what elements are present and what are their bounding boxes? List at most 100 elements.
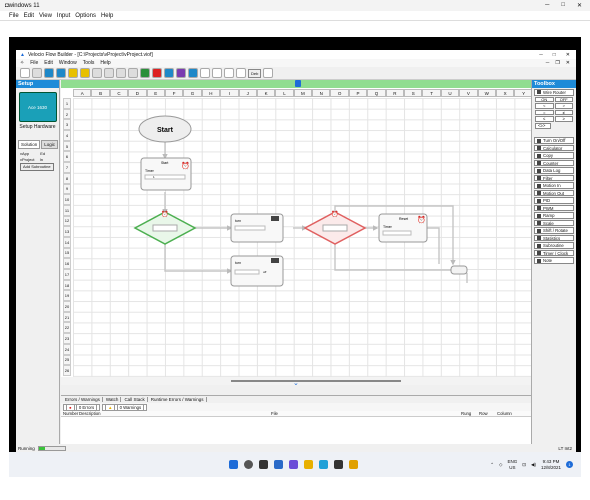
open-file-icon[interactable] xyxy=(32,68,42,78)
print-icon[interactable] xyxy=(68,68,78,78)
chat-icon[interactable] xyxy=(289,460,298,469)
toolbox-item-scale[interactable]: Scale xyxy=(534,219,574,227)
expand-bottom-icon[interactable]: ⌄ xyxy=(293,380,299,387)
debug-icon[interactable] xyxy=(176,68,186,78)
toolbox-item-copy[interactable]: Copy xyxy=(534,152,574,159)
add-subroutine-button[interactable]: Add Subroutine xyxy=(20,163,54,171)
step-into-icon[interactable] xyxy=(200,68,210,78)
step-out-icon[interactable] xyxy=(224,68,234,78)
network-icon[interactable]: ⊡ xyxy=(522,462,526,468)
toolbox-item-shift-rotate[interactable]: Shift / Rotate xyxy=(534,227,574,234)
wire-router-button-4[interactable]: = xyxy=(535,109,554,115)
close-icon[interactable]: ✕ xyxy=(577,2,582,9)
debug-label[interactable]: Deb xyxy=(248,68,262,78)
setup-hardware-label[interactable]: Setup Hardware xyxy=(16,124,59,130)
minimize-icon[interactable]: ─ xyxy=(545,2,549,9)
turn-off-block[interactable]: turn off xyxy=(230,255,284,287)
wire-router-button-2[interactable]: < xyxy=(535,103,554,109)
new-file-icon[interactable] xyxy=(20,68,30,78)
col-column[interactable]: Column xyxy=(497,411,521,416)
wire-router-button-5[interactable]: ≠ xyxy=(554,109,573,115)
tab-logic[interactable]: Logic xyxy=(41,140,59,149)
mdi-minimize-icon[interactable]: ─ xyxy=(546,60,550,66)
wire-icon[interactable] xyxy=(128,68,138,78)
save-all-icon[interactable] xyxy=(56,68,66,78)
toolbox-item-turn-on-off[interactable]: Turn On/Off xyxy=(534,137,574,144)
save-icon[interactable] xyxy=(44,68,54,78)
wire-router-button-0[interactable]: ON xyxy=(535,96,554,102)
col-number[interactable]: Number xyxy=(61,411,79,416)
toolbox-item-pid[interactable]: PID xyxy=(534,197,574,204)
turn-on-block[interactable]: turn xyxy=(230,213,284,243)
mdi-restore-icon[interactable]: ❐ xyxy=(555,60,559,66)
toolbox-item-ramp[interactable]: Ramp xyxy=(534,212,574,219)
menu-edit[interactable]: Edit xyxy=(24,13,34,19)
app-close-icon[interactable]: ✕ xyxy=(566,52,570,58)
value-icon[interactable] xyxy=(236,68,246,78)
zoom-out-icon[interactable] xyxy=(116,68,126,78)
toolbox-item-statistics[interactable]: Statistics xyxy=(534,234,574,242)
horizontal-scrollbar[interactable]: ⌄ xyxy=(61,377,531,387)
toolbox-item-timer-clock[interactable]: Timer / Clock xyxy=(534,249,574,257)
file-explorer-icon[interactable] xyxy=(304,460,313,469)
toolbox-item-pwm[interactable]: PWM xyxy=(534,204,574,212)
menu-input[interactable]: Input xyxy=(57,13,70,19)
menu-help[interactable]: Help xyxy=(101,13,113,19)
app-menu-tools[interactable]: Tools xyxy=(83,60,95,66)
search-icon[interactable] xyxy=(244,460,253,469)
wire-router-button-1[interactable]: OFF xyxy=(554,96,573,102)
tab-watch[interactable]: Watch xyxy=(104,397,122,402)
wire-router-button-7[interactable]: ≥ xyxy=(554,116,573,122)
name-icon[interactable] xyxy=(263,68,274,78)
reset-timer-block[interactable]: Reset Timer ⏰ xyxy=(378,213,428,243)
zoom-in-icon[interactable] xyxy=(104,68,114,78)
step-over-icon[interactable] xyxy=(212,68,222,78)
mdi-close-icon[interactable]: ✕ xyxy=(566,60,570,66)
app-menu-help[interactable]: Help xyxy=(100,60,110,66)
step-icon[interactable] xyxy=(164,68,174,78)
maximize-icon[interactable]: □ xyxy=(561,2,565,9)
col-rung[interactable]: Rung xyxy=(461,411,479,416)
stop-icon[interactable] xyxy=(152,68,162,78)
widgets-icon[interactable] xyxy=(274,460,283,469)
toolbox-item-data-log[interactable]: Data Log xyxy=(534,167,574,174)
flow-builder-taskbar-icon[interactable] xyxy=(349,460,358,469)
edge-icon[interactable] xyxy=(319,460,328,469)
toolbox-item-motion-out[interactable]: Motion Out xyxy=(534,189,574,197)
decision-red[interactable]: ⏰ xyxy=(303,210,367,245)
lang-indicator[interactable]: ENG US xyxy=(507,459,517,471)
hardware-button[interactable]: Ace 1630 xyxy=(18,92,57,122)
app-minimize-icon[interactable]: ─ xyxy=(539,52,543,58)
toolbox-item-calculator[interactable]: Calculator xyxy=(534,144,574,152)
app-menu-window[interactable]: Window xyxy=(59,60,77,66)
timer-start-block[interactable]: Start Timer 1 ⏰ xyxy=(140,157,192,191)
col-description[interactable]: Description xyxy=(79,411,271,416)
chevron-up-icon[interactable]: ⌃ xyxy=(490,462,494,468)
warnings-filter-button[interactable]: ▲ 0 Warnings xyxy=(102,403,148,411)
tab-solution[interactable]: Solution xyxy=(18,140,41,149)
wr-extra-button[interactable]: <≥> xyxy=(535,122,551,129)
menu-file[interactable]: File xyxy=(9,13,19,19)
app-maximize-icon[interactable]: □ xyxy=(553,52,556,58)
notification-badge[interactable]: 1 xyxy=(566,461,573,468)
clock[interactable]: 9:43 PM 12/8/2021 xyxy=(541,459,561,471)
col-file[interactable]: File xyxy=(271,411,461,416)
program-icon[interactable] xyxy=(80,68,90,78)
connect-icon[interactable] xyxy=(188,68,198,78)
tab-call-stack[interactable]: Call Stack xyxy=(122,397,148,402)
menu-options[interactable]: Options xyxy=(75,13,96,19)
task-view-icon[interactable] xyxy=(259,460,268,469)
col-row[interactable]: Row xyxy=(479,411,497,416)
toolbox-wire-router[interactable]: Wire Router xyxy=(534,89,574,96)
flow-canvas[interactable]: ABCDEFGHIJKLMNOPQRSTUVWXY 1 2 3 4 5 6 7 8 9 10 11 1… xyxy=(61,80,533,377)
toolbox-item-note[interactable]: Note xyxy=(534,257,574,264)
toolbox-item-motion-in[interactable]: Motion In xyxy=(534,182,574,189)
decision-green[interactable]: ⏰ xyxy=(133,210,197,245)
volume-icon[interactable]: ◀) xyxy=(531,462,536,468)
errors-filter-button[interactable]: ● 0 Errors xyxy=(63,403,101,411)
toolbox-item-subroutine[interactable]: Subroutine xyxy=(534,242,574,249)
tray-app-icon[interactable]: ◇ xyxy=(499,462,502,468)
tab-runtime-errors[interactable]: Runtime Errors / Warnings xyxy=(149,397,207,402)
merge-node[interactable] xyxy=(450,265,468,275)
zoom-icon[interactable] xyxy=(92,68,102,78)
